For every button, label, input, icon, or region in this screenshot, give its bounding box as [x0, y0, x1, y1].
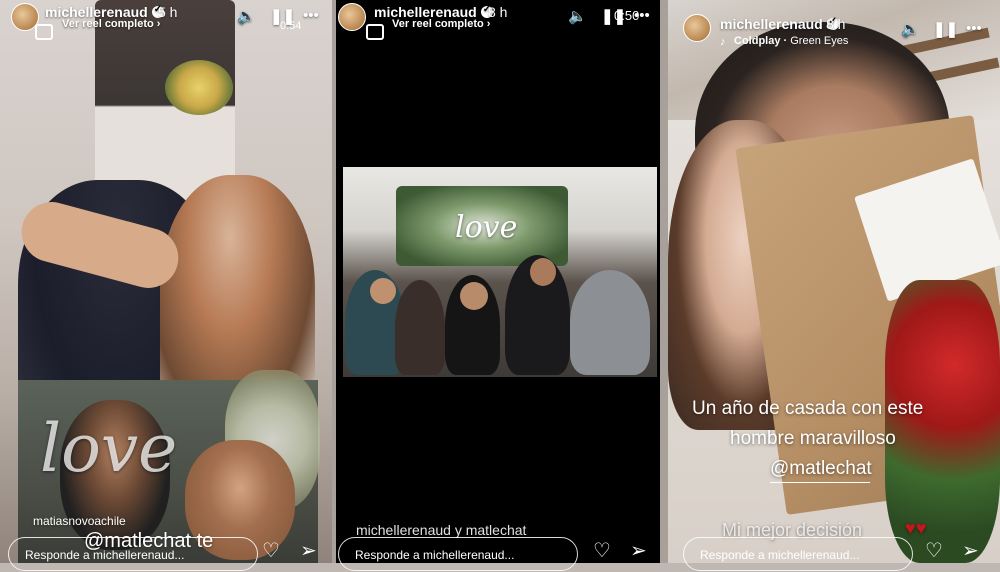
post-time: 8 h [488, 4, 508, 20]
story-3-text-line-1: Un año de casada con este [692, 398, 924, 419]
story-3-mention[interactable]: @matlechat [770, 458, 872, 480]
story-1-love-script: love [40, 410, 178, 487]
guest [395, 280, 445, 375]
music-icon: ♪ [720, 36, 726, 48]
send-icon[interactable]: ➢ [630, 538, 647, 563]
guest-face [530, 258, 556, 286]
heart-icon[interactable]: ♡ [925, 538, 943, 563]
more-icon[interactable]: ••• [966, 20, 982, 37]
avatar[interactable] [683, 14, 711, 42]
pause-icon[interactable]: ❚❚ [933, 20, 958, 38]
reply-input-3[interactable]: Responde a michellerenaud... [683, 537, 913, 571]
story-2-love-sign: love [455, 210, 518, 245]
view-reel-link[interactable]: Ver reel completo › [392, 18, 490, 30]
reel-icon [35, 24, 53, 40]
story-1-tag[interactable]: matiasnovoachile [33, 514, 126, 528]
mention-underline [770, 482, 870, 483]
story-1-header: michellerenaud 5 h Ver reel completo › 🔈… [0, 0, 332, 44]
view-reel-link[interactable]: Ver reel completo › [62, 18, 160, 30]
speaker-icon[interactable]: 🔈 [568, 7, 587, 25]
story-2-caption: michellerenaud y matlechat [356, 522, 527, 538]
reply-input-2[interactable]: Responde a michellerenaud... [338, 537, 578, 571]
more-icon[interactable]: ••• [303, 7, 319, 24]
avatar[interactable] [338, 3, 366, 31]
guest-face [460, 282, 488, 310]
heart-icon[interactable]: ♡ [262, 538, 280, 563]
reel-icon [366, 24, 384, 40]
more-icon[interactable]: ••• [634, 7, 650, 24]
story-3-text-line-2: hombre maravilloso [730, 428, 896, 449]
send-icon[interactable]: ➢ [300, 538, 317, 563]
post-time: 8 h [826, 16, 846, 32]
music-label[interactable]: Coldplay · Green Eyes [734, 35, 848, 47]
post-time: 5 h [158, 4, 178, 20]
guest-face [370, 278, 396, 304]
speaker-icon[interactable]: 🔈 [901, 20, 920, 38]
heart-icon[interactable]: ♡ [593, 538, 611, 563]
video-counter: 0:54 [280, 20, 302, 32]
send-icon[interactable]: ➢ [962, 538, 979, 563]
username[interactable]: michellerenaud [720, 16, 839, 32]
heart-emojis: ♥♥ [905, 518, 927, 538]
story-3-roses [885, 280, 1000, 563]
story-1-bouquet [165, 60, 233, 115]
divider [660, 0, 668, 563]
story-2-header: michellerenaud 8 h Ver reel completo › 🔈… [336, 0, 660, 44]
guest [570, 270, 650, 375]
reply-input-1[interactable]: Responde a michellerenaud... [8, 537, 258, 571]
speaker-icon[interactable]: 🔈 [237, 7, 256, 25]
